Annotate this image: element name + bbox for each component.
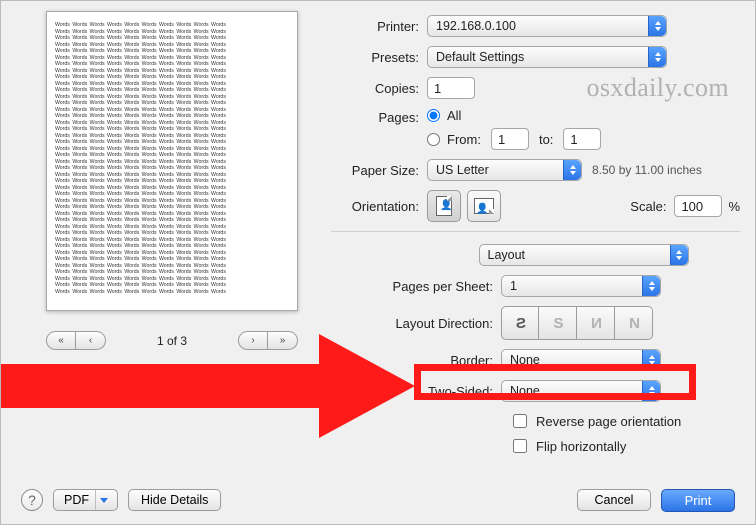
layoutdir-4-button[interactable]: N [615,306,653,340]
scale-label: Scale: [630,199,674,214]
dropdown-arrows-icon [642,381,660,401]
last-page-button[interactable]: » [268,331,298,350]
scale-input[interactable]: 100 [674,195,722,217]
copies-value: 1 [434,81,441,96]
twosided-select[interactable]: None [501,380,661,402]
dropdown-arrow-icon [95,490,111,510]
pages-from-label: From: [447,132,481,147]
layoutdir-group: Ƨ S И N [501,306,653,340]
orientation-portrait-button[interactable]: 👤 [427,190,461,222]
orientation-label: Orientation: [331,199,427,214]
reverse-orientation-input[interactable] [513,414,527,428]
pages-from-value: 1 [498,132,505,147]
papersize-select[interactable]: US Letter [427,159,582,181]
pps-label: Pages per Sheet: [331,279,501,294]
layoutdir-label: Layout Direction: [331,316,501,331]
flip-horizontally-label: Flip horizontally [536,439,626,454]
scale-percent: % [728,199,740,214]
layoutdir-3-button[interactable]: И [577,306,615,340]
presets-value: Default Settings [436,50,524,64]
pps-select[interactable]: 1 [501,275,661,297]
scale-value: 100 [681,199,703,214]
pps-value: 1 [510,279,517,293]
cancel-button[interactable]: Cancel [577,489,651,511]
pager-row: « ‹ 1 of 3 › » [46,331,298,350]
reverse-orientation-checkbox[interactable]: Reverse page orientation [509,411,740,431]
flip-horizontally-input[interactable] [513,439,527,453]
pages-to-value: 1 [570,132,577,147]
papersize-value: US Letter [436,163,489,177]
pages-all-input[interactable] [427,109,440,122]
hide-details-button[interactable]: Hide Details [128,489,221,511]
pdf-menu-button[interactable]: PDF [53,489,118,511]
pages-from-input[interactable] [427,133,440,146]
printer-label: Printer: [331,19,427,34]
reverse-orientation-label: Reverse page orientation [536,414,681,429]
papersize-label: Paper Size: [331,163,427,178]
border-label: Border: [331,353,501,368]
dropdown-arrows-icon [642,276,660,296]
page-indicator: 1 of 3 [112,334,232,348]
dropdown-arrows-icon [648,47,666,67]
pages-label: Pages: [331,108,427,125]
printer-value: 192.168.0.100 [436,19,516,33]
copies-label: Copies: [331,81,427,96]
pages-to-field[interactable]: 1 [563,128,601,150]
prev-page-button[interactable]: ‹ [76,331,106,350]
pane-select[interactable]: Layout [479,244,689,266]
print-dialog: Words Words Words Words Words Words Word… [0,0,756,525]
settings-panel: Printer: 192.168.0.100 Presets: Default … [331,15,740,461]
pages-to-label: to: [539,132,553,147]
flip-horizontally-checkbox[interactable]: Flip horizontally [509,436,740,456]
pages-all-label: All [447,108,461,123]
help-button[interactable]: ? [21,489,43,511]
dropdown-arrows-icon [563,160,581,180]
bottom-bar: ? PDF Hide Details Cancel Print [1,476,755,524]
pages-all-radio[interactable]: All [427,108,601,123]
next-page-button[interactable]: › [238,331,268,350]
presets-label: Presets: [331,50,427,65]
preview-page: Words Words Words Words Words Words Word… [46,11,298,311]
layoutdir-2-button[interactable]: S [539,306,577,340]
printer-select[interactable]: 192.168.0.100 [427,15,667,37]
orientation-landscape-button[interactable]: 👤 [467,190,501,222]
twosided-label: Two-Sided: [331,384,501,399]
dropdown-arrows-icon [642,350,660,370]
pages-from-radio[interactable]: From: [427,132,481,147]
dropdown-arrows-icon [648,16,666,36]
pages-from-field[interactable]: 1 [491,128,529,150]
preview-column: Words Words Words Words Words Words Word… [46,11,326,350]
separator [331,231,740,232]
layoutdir-1-button[interactable]: Ƨ [501,306,539,340]
papersize-dimensions: 8.50 by 11.00 inches [592,163,702,177]
pane-value: Layout [488,248,526,262]
first-page-button[interactable]: « [46,331,76,350]
presets-select[interactable]: Default Settings [427,46,667,68]
pdf-label: PDF [64,493,89,507]
border-value: None [510,353,540,367]
twosided-value: None [510,384,540,398]
border-select[interactable]: None [501,349,661,371]
copies-input[interactable]: 1 [427,77,475,99]
print-button[interactable]: Print [661,489,735,512]
dropdown-arrows-icon [670,245,688,265]
